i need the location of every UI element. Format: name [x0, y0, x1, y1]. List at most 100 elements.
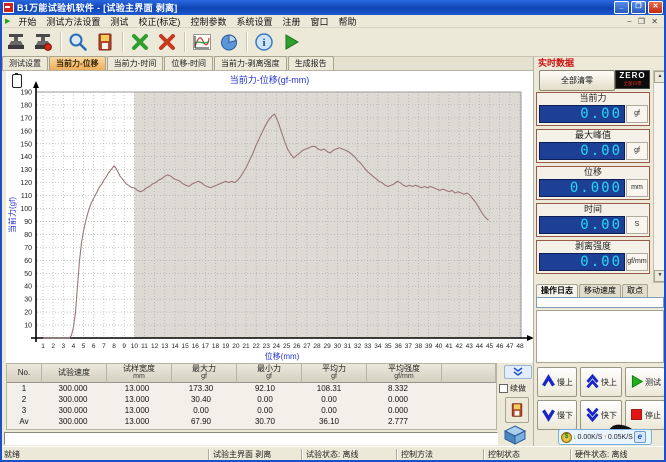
clear-red-x-icon[interactable]: [154, 30, 180, 54]
svg-text:60: 60: [24, 258, 32, 265]
table-header-row: No.试验速度试样宽度mm最大力gf最小力gf平均力gf平均强度gf/mm: [7, 364, 496, 383]
menu-item[interactable]: 控制参数: [185, 15, 231, 28]
operation-log-list[interactable]: [536, 310, 664, 363]
svg-text:6: 6: [92, 343, 96, 350]
table-cell: 300.000: [41, 394, 105, 405]
readout-value: 0.000: [539, 179, 625, 197]
slow-up-button[interactable]: 慢上: [537, 367, 577, 397]
clear-green-x-icon[interactable]: [127, 30, 153, 54]
view-tab[interactable]: 当前力-时间: [107, 56, 164, 70]
table-row[interactable]: 3300.00013.0000.000.000.000.000: [7, 405, 496, 416]
info-icon[interactable]: i: [251, 30, 277, 54]
save-results-button[interactable]: [505, 397, 529, 423]
svg-text:27: 27: [303, 343, 311, 350]
log-tab[interactable]: 操作日志: [536, 284, 578, 297]
view-tab[interactable]: 当前力-剥离强度: [214, 56, 287, 70]
jog-button-label: 慢上: [557, 377, 573, 388]
zero-all-button[interactable]: 全部清零: [539, 70, 615, 91]
slow-down-button[interactable]: 慢下: [537, 400, 577, 430]
test-button[interactable]: 测试: [625, 367, 665, 397]
minimize-button[interactable]: _: [614, 1, 629, 14]
collapse-table-button[interactable]: [504, 365, 532, 379]
svg-text:190: 190: [20, 90, 32, 97]
table-cell: 0.00: [297, 405, 361, 416]
run-icon[interactable]: [278, 30, 304, 54]
table-side-controls: 续做: [497, 363, 533, 430]
table-row[interactable]: Av300.00013.00067.9030.7036.102.777: [7, 416, 496, 427]
continue-checkbox[interactable]: [499, 384, 508, 393]
menu-item[interactable]: 测试: [105, 15, 133, 28]
svg-text:80: 80: [24, 232, 32, 239]
zero-badge[interactable]: ZERO 全部归零: [615, 70, 650, 89]
menu-item[interactable]: 测试方法设置: [41, 15, 105, 28]
machine-alarm-icon[interactable]: [30, 30, 56, 54]
svg-text:48: 48: [516, 343, 524, 350]
svg-text:29: 29: [324, 343, 332, 350]
svg-text:21: 21: [242, 343, 250, 350]
chevron-double-down-icon: [512, 367, 524, 377]
table-cell: 13.000: [105, 416, 169, 427]
fast-down-icon: [585, 407, 600, 424]
machine-icon[interactable]: [3, 30, 29, 54]
save-icon[interactable]: [92, 30, 118, 54]
table-header-cell: 平均强度gf/mm: [367, 364, 442, 383]
table-cell: 1: [7, 383, 41, 394]
svg-text:40: 40: [24, 284, 32, 291]
coin-icon: $: [561, 432, 572, 443]
jog-button-label: 快下: [601, 410, 617, 421]
svg-text:位移(mm): 位移(mm): [265, 351, 300, 361]
network-app-icon[interactable]: e: [634, 431, 646, 443]
view-tab[interactable]: 当前力-位移: [49, 56, 106, 70]
force-displacement-chart: 1234567891011121314151617181920212223242…: [6, 71, 533, 363]
log-input[interactable]: [536, 297, 664, 308]
table-cell: [435, 383, 496, 394]
table-cell: [435, 394, 496, 405]
pie-chart-icon[interactable]: [216, 30, 242, 54]
zero-badge-subtext: 全部归零: [618, 81, 648, 86]
view-tab[interactable]: 生成报告: [288, 56, 334, 70]
view-tab[interactable]: 测试设置: [2, 56, 48, 70]
toolbar: i: [0, 28, 666, 57]
svg-text:22: 22: [253, 343, 261, 350]
table-header-cell: 最大力gf: [172, 364, 237, 383]
readout-unit: gf/mm: [626, 253, 648, 271]
table-cell: 0.00: [233, 394, 297, 405]
save-icon: [509, 402, 525, 418]
readout-value: 0.00: [539, 216, 625, 234]
restore-button[interactable]: ❐: [631, 1, 646, 14]
curves-icon[interactable]: [189, 30, 215, 54]
svg-text:25: 25: [283, 343, 291, 350]
svg-text:35: 35: [384, 343, 392, 350]
menu-item[interactable]: 开始: [13, 15, 41, 28]
table-row[interactable]: 2300.00013.00030.400.000.000.000: [7, 394, 496, 405]
zoom-icon[interactable]: [65, 30, 91, 54]
log-tab[interactable]: 移动速度: [579, 284, 621, 297]
table-cell: 0.00: [169, 405, 233, 416]
readout-group: 最大峰值0.00gf: [536, 129, 650, 163]
message-field[interactable]: [4, 432, 498, 445]
readout-unit: gf: [626, 105, 648, 123]
menu-item[interactable]: 校正(标定): [133, 15, 185, 28]
table-cell: 0.000: [361, 394, 435, 405]
table-row[interactable]: 1300.00013.000173.3092.10108.318.332: [7, 383, 496, 394]
close-button[interactable]: ✕: [648, 1, 663, 14]
header-text: 试验速度: [58, 369, 90, 377]
chart-panel: 当前力-位移(gf-mm) 12345678910111213141516171…: [6, 71, 533, 363]
view-tab[interactable]: 位移-时间: [164, 56, 213, 70]
menu-item[interactable]: 注册: [277, 15, 305, 28]
svg-text:39: 39: [425, 343, 433, 350]
menu-item[interactable]: 系统设置: [231, 15, 277, 28]
toolbar-separator: [246, 32, 248, 52]
menu-item[interactable]: 帮助: [334, 15, 362, 28]
realtime-panel: 实时数据 全部清零 ZERO 全部归零 ▲ ▼ 当前力0.00gf最大峰值0.0…: [533, 57, 666, 446]
log-tab[interactable]: 取点: [622, 284, 648, 297]
menu-item[interactable]: 窗口: [305, 15, 333, 28]
cube-3d-icon[interactable]: [502, 424, 528, 446]
fast-up-button[interactable]: 快上: [580, 367, 622, 397]
svg-text:7: 7: [102, 343, 106, 350]
mdi-window-controls[interactable]: − ❐ ✕: [627, 17, 664, 26]
svg-text:1: 1: [41, 343, 45, 350]
svg-text:15: 15: [181, 343, 189, 350]
header-text: 试样宽度: [123, 365, 155, 373]
toolbar-separator: [184, 32, 186, 52]
